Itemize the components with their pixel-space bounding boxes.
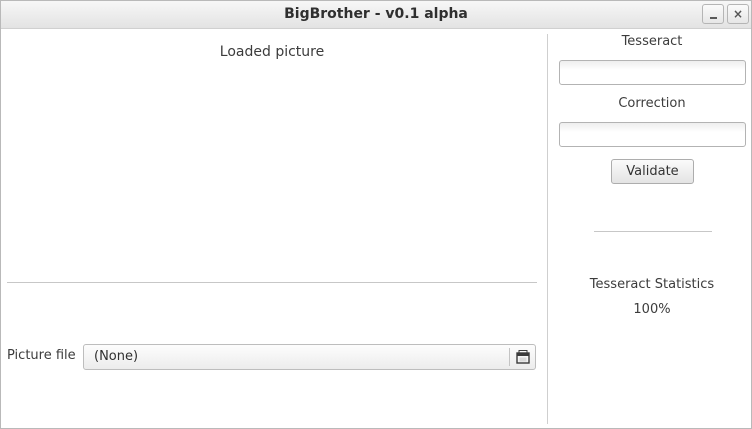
loaded-picture-label: Loaded picture <box>219 44 325 60</box>
tesseract-statistics-label: Tesseract Statistics <box>589 277 715 292</box>
close-icon: × <box>732 7 744 21</box>
picture-separator <box>7 282 537 283</box>
minimize-button[interactable] <box>702 4 724 24</box>
main-window: BigBrother - v0.1 alpha × Loaded picture… <box>0 0 752 429</box>
folder-icon[interactable] <box>516 350 530 364</box>
minimize-icon <box>710 17 717 19</box>
picture-file-label: Picture file <box>7 348 76 363</box>
correction-label: Correction <box>618 96 686 111</box>
validate-button[interactable]: Validate <box>611 159 694 184</box>
close-button[interactable]: × <box>727 4 749 24</box>
window-title: BigBrother - v0.1 alpha <box>284 6 468 22</box>
correction-field[interactable] <box>559 122 746 147</box>
file-chooser-divider <box>509 348 510 366</box>
tesseract-field[interactable] <box>559 60 746 85</box>
tesseract-statistics-value: 100% <box>633 302 671 317</box>
stats-separator <box>594 231 712 232</box>
title-bar[interactable]: BigBrother - v0.1 alpha × <box>1 1 751 29</box>
panel-divider <box>547 34 548 424</box>
tesseract-label: Tesseract <box>621 34 683 49</box>
picture-file-value: (None) <box>94 349 139 364</box>
picture-file-chooser[interactable]: (None) <box>83 344 536 370</box>
